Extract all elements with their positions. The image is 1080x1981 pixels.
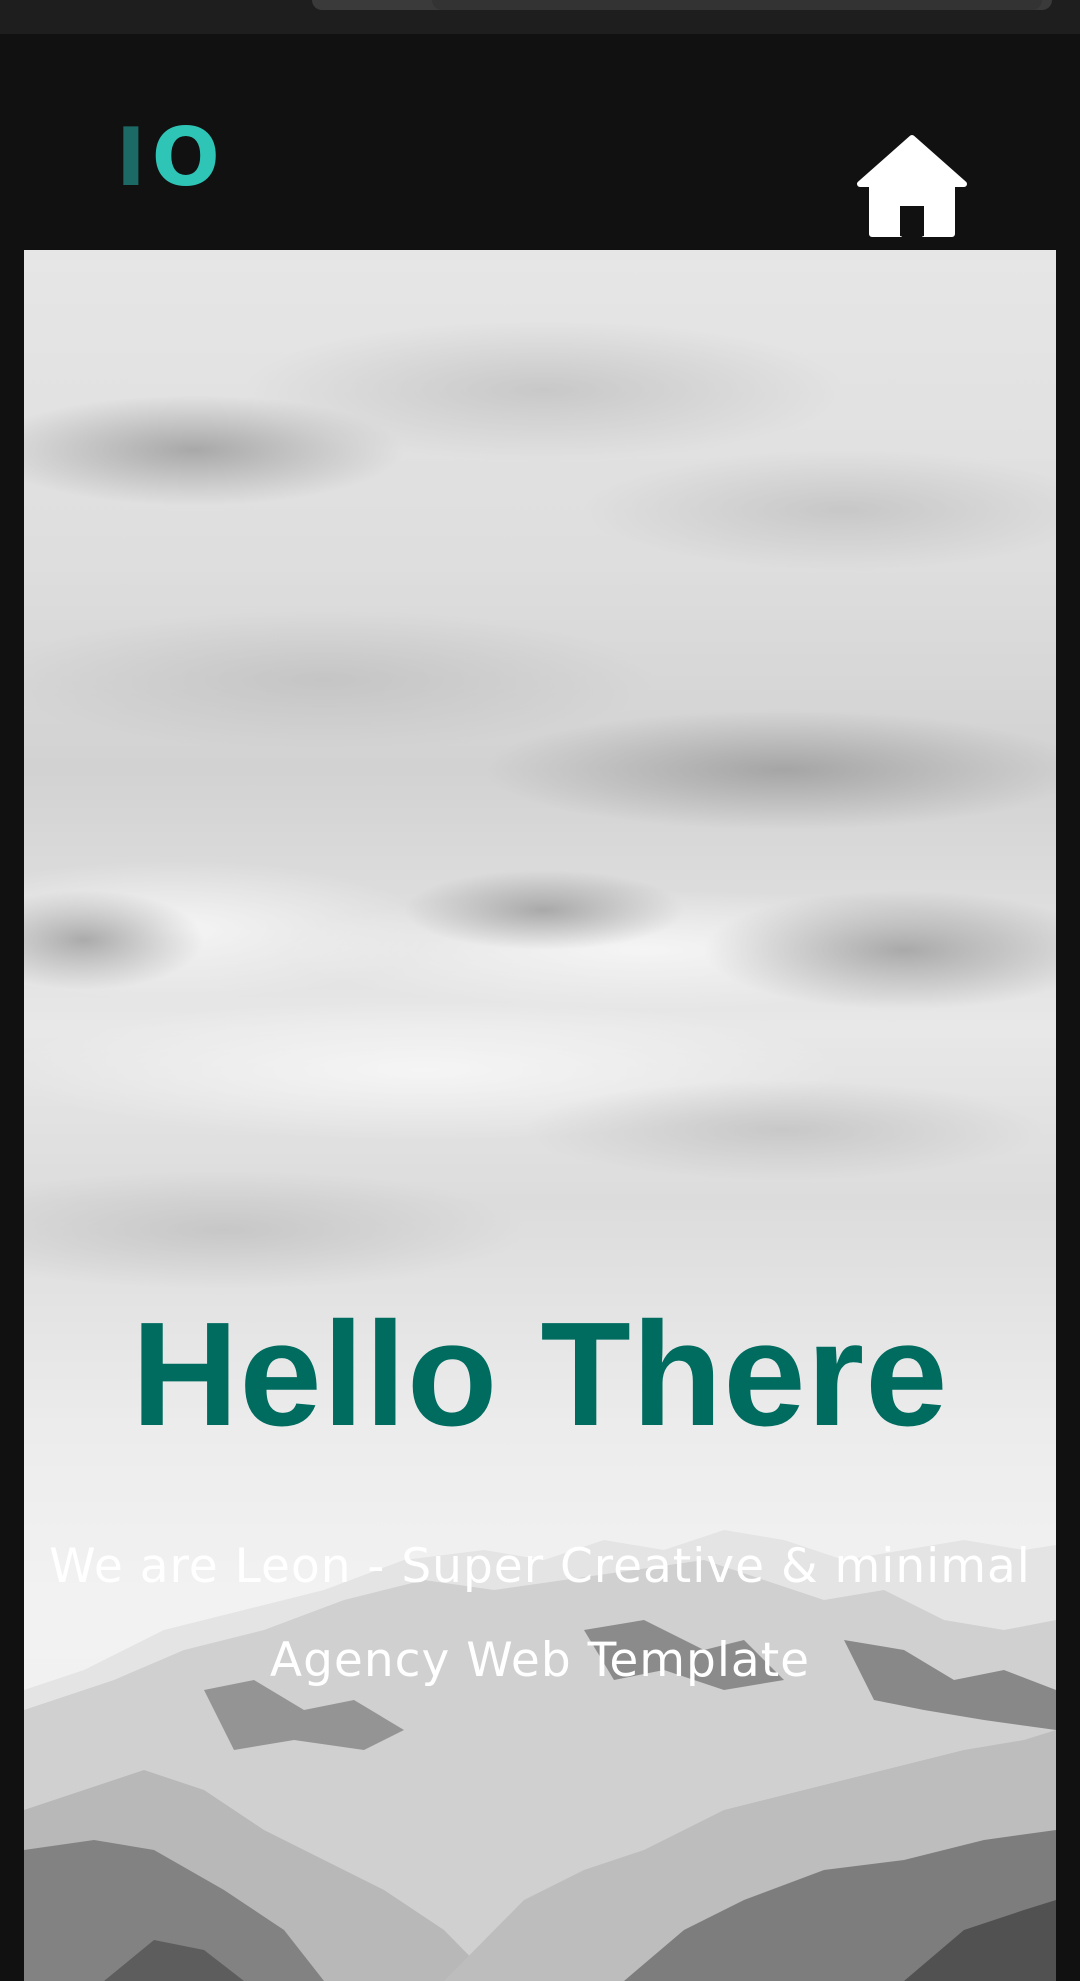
site-logo[interactable]: I O [116, 111, 226, 204]
hero-subtitle: We are Leon - Super Creative & minimal A… [49, 1539, 1031, 1688]
home-button[interactable] [856, 134, 968, 238]
site-header: I O [0, 34, 1080, 250]
browser-top-strip [0, 0, 1080, 35]
address-bar-field[interactable] [432, 0, 1042, 10]
logo-letter-o: O [151, 111, 226, 204]
home-icon [857, 135, 967, 237]
hero-title: Hello There [131, 1292, 949, 1457]
mountain-landscape-image [24, 320, 1056, 1981]
hero-section: Hello There We are Leon - Super Creative… [24, 250, 1056, 1981]
logo-letter-i: I [116, 111, 152, 204]
